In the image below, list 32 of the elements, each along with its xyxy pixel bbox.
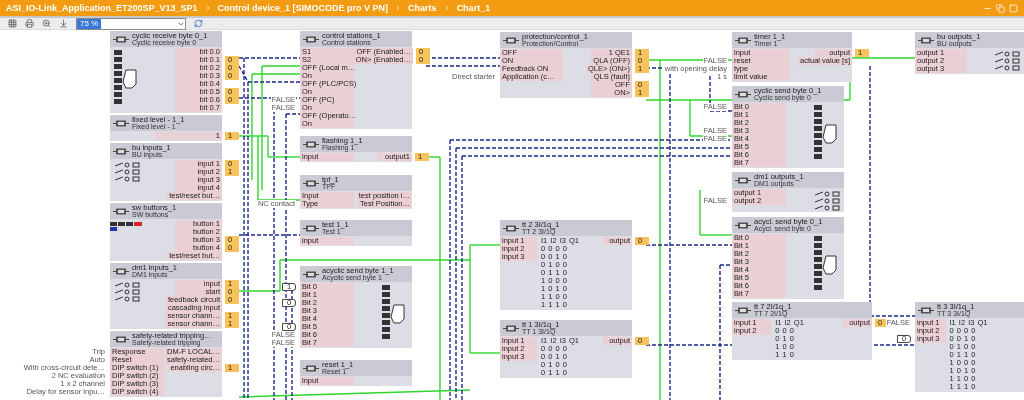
block-type-icon — [735, 90, 751, 98]
grid-icon[interactable] — [8, 19, 17, 28]
zoom-in-icon[interactable] — [42, 19, 51, 28]
block-type-icon — [303, 179, 319, 187]
block-type-icon — [735, 176, 751, 184]
block-type-icon — [503, 324, 519, 332]
block-type-icon — [113, 335, 129, 343]
download-icon[interactable] — [59, 19, 68, 28]
block-type-icon — [113, 267, 129, 275]
block-type-icon — [735, 36, 751, 44]
printer-icon[interactable] — [25, 19, 34, 28]
block-type-icon — [303, 140, 319, 148]
block-type-icon — [113, 119, 129, 127]
block-type-icon — [303, 35, 319, 43]
switch-symbols-icon — [114, 162, 140, 182]
block-type-icon — [503, 36, 519, 44]
block-type-icon — [918, 36, 934, 44]
block-type-icon — [303, 364, 319, 372]
block-type-icon — [113, 147, 129, 155]
block-type-icon — [735, 221, 751, 229]
switch-symbols-icon — [994, 51, 1020, 71]
block-type-icon — [303, 224, 319, 232]
refresh-icon[interactable] — [194, 19, 203, 28]
block-type-icon — [113, 207, 129, 215]
push-buttons-icon — [110, 222, 144, 232]
switch-symbols-icon — [814, 191, 840, 211]
block-type-icon — [503, 224, 519, 232]
block-type-icon — [303, 270, 319, 278]
block-type-icon — [735, 306, 751, 314]
block-type-icon — [918, 306, 934, 314]
switch-symbols-icon — [114, 282, 140, 302]
block-type-icon — [113, 35, 129, 43]
